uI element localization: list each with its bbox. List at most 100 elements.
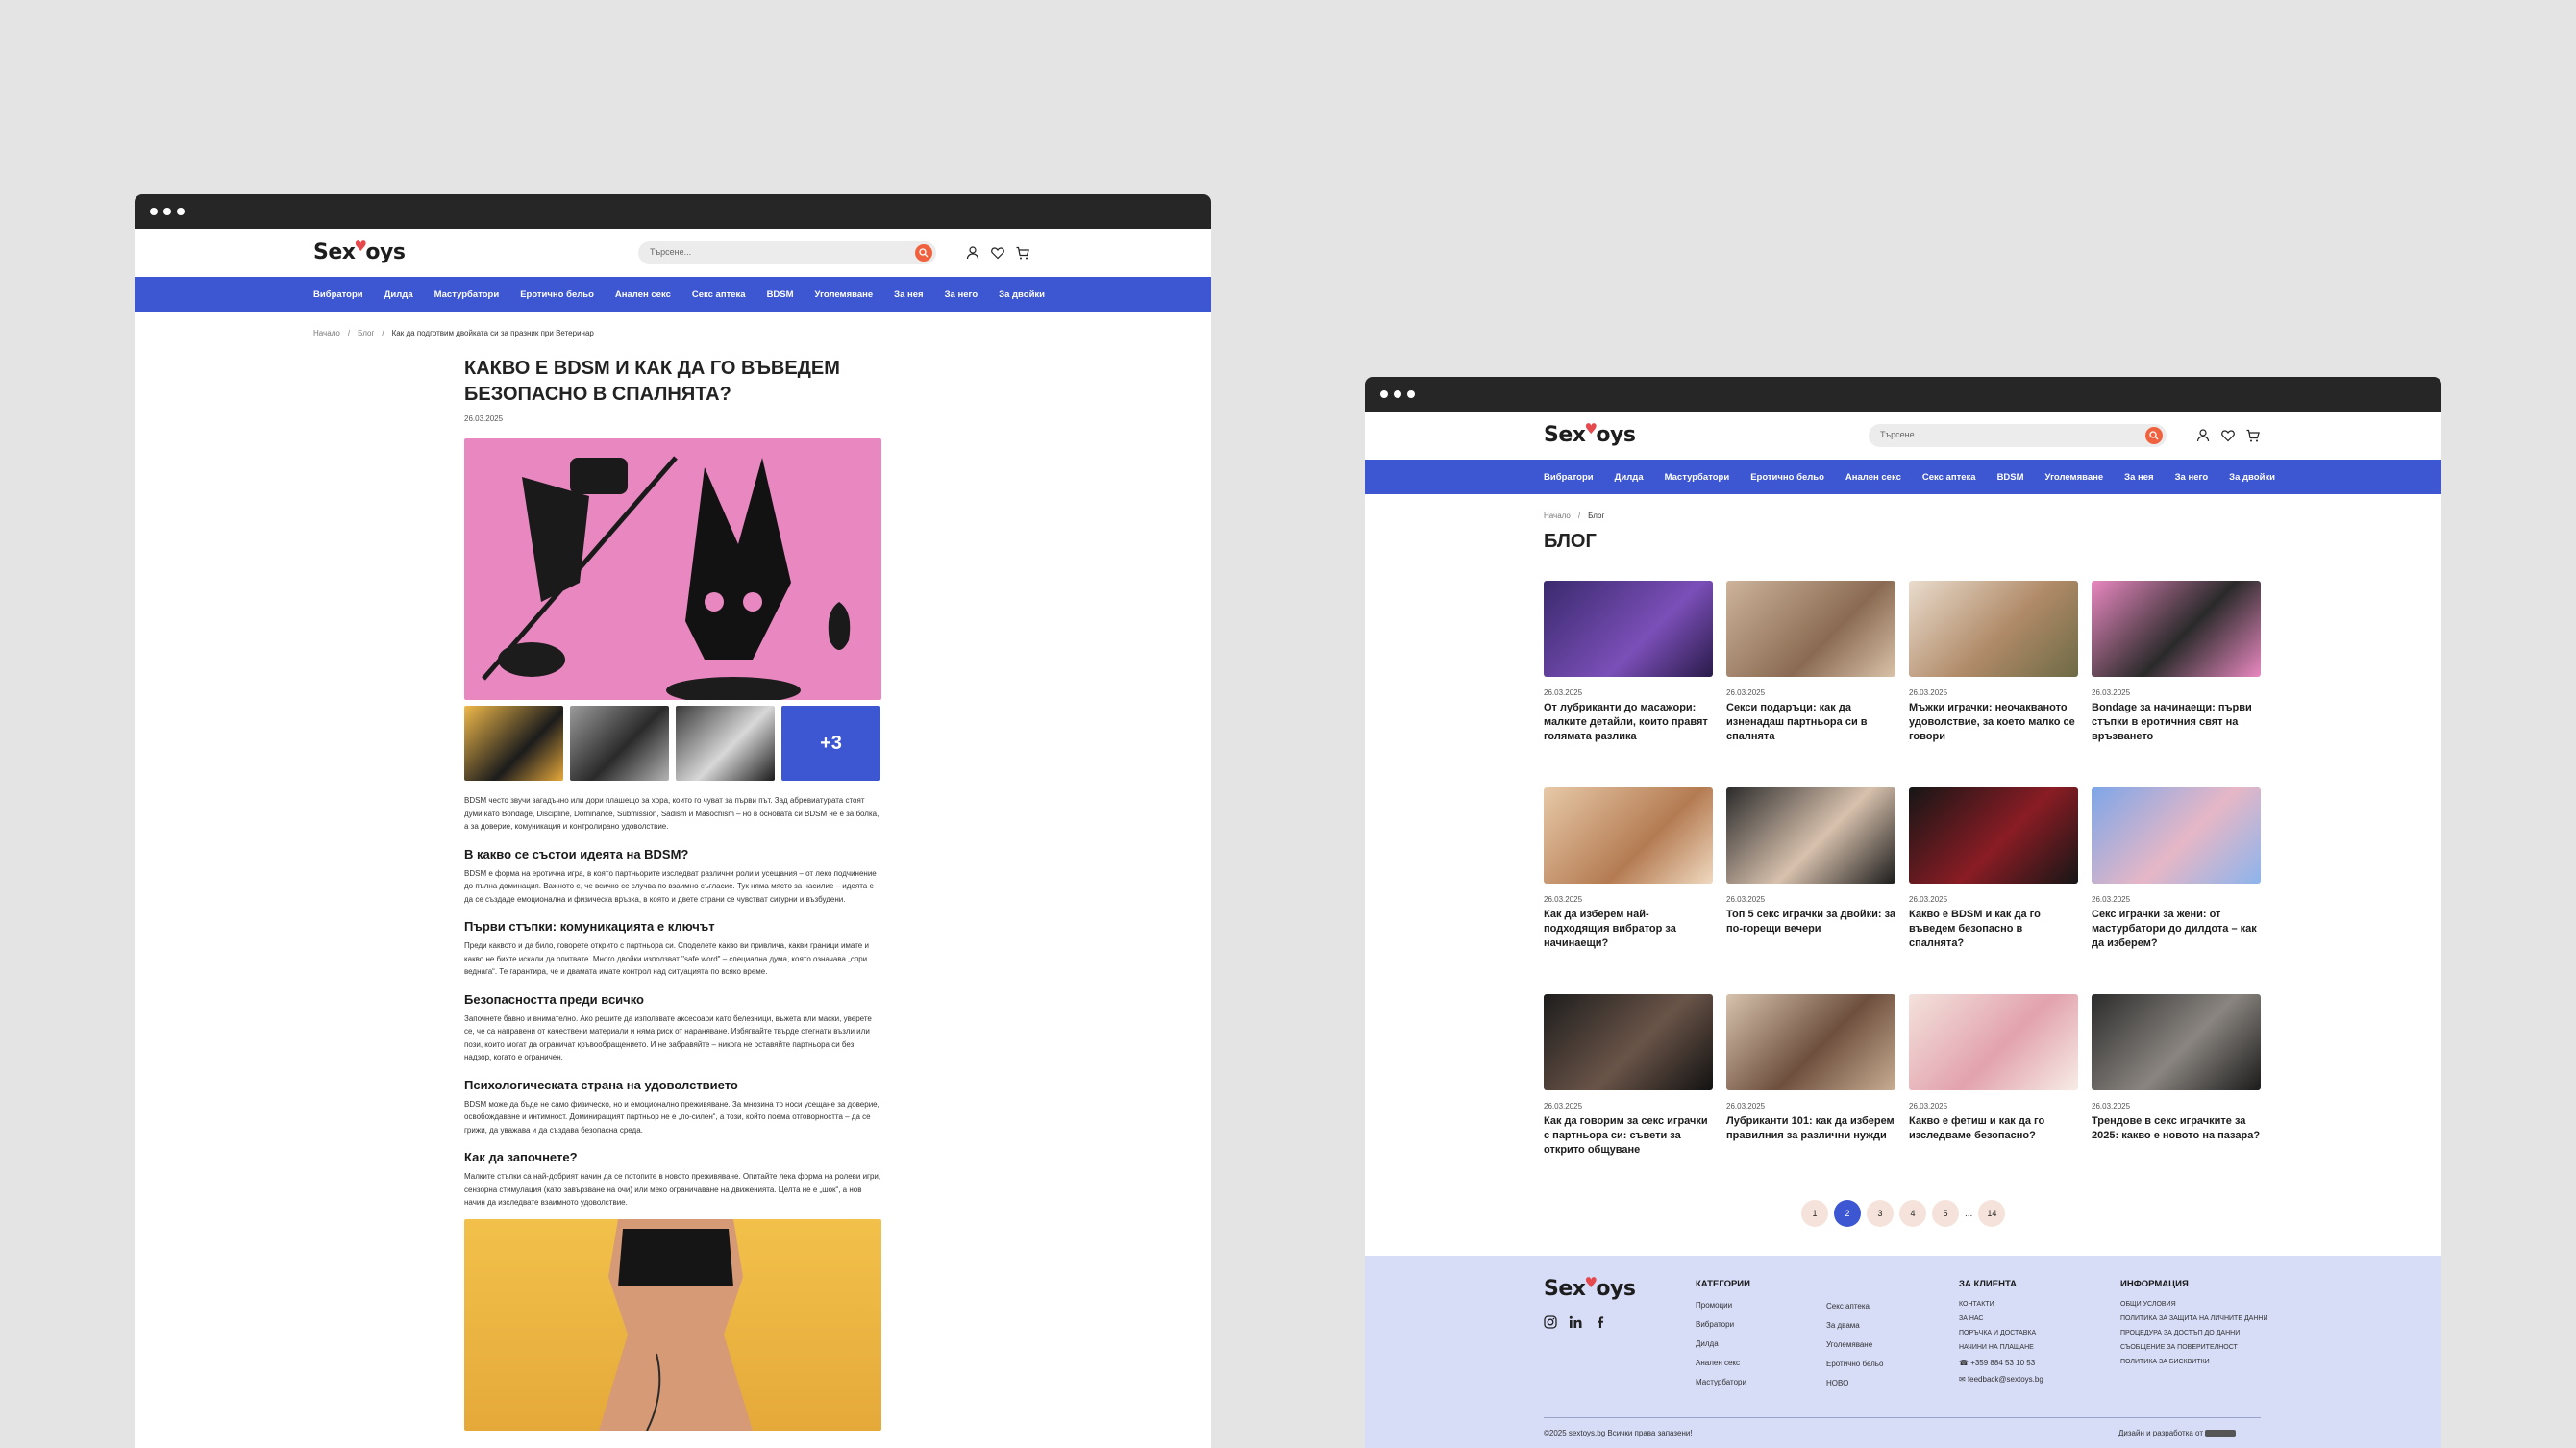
nav-item[interactable]: Еротично бельо [1750,472,1824,483]
blog-card-image[interactable] [1726,994,1895,1090]
article-hero-image[interactable] [464,438,881,700]
blog-card-image[interactable] [1544,994,1713,1090]
blog-card-image[interactable] [1726,581,1895,677]
search-button[interactable] [2145,427,2163,444]
footer-link[interactable]: Поръчка и доставка [1959,1330,2043,1336]
nav-item[interactable]: За двойки [999,289,1045,300]
page-button[interactable]: 1 [1801,1200,1828,1227]
page-button[interactable]: 14 [1978,1200,2006,1227]
nav-item[interactable]: Анален секс [615,289,671,300]
blog-card-image[interactable] [1544,581,1713,677]
blog-card[interactable]: 26.03.2025 Мъжки играчки: неочакваното уд… [1909,581,2078,764]
nav-item[interactable]: За нея [894,289,923,300]
blog-card-image[interactable] [1726,787,1895,884]
search-bar[interactable]: Търсене... [1869,424,2167,447]
site-logo[interactable]: Sex♥oys [1544,420,1636,447]
footer-link[interactable]: Уголемяване [1826,1340,1883,1349]
nav-item[interactable]: Секс аптека [1922,472,1976,483]
footer-link[interactable]: Вибратори [1696,1320,1750,1329]
footer-link[interactable]: Политика за защита на личните данни [2120,1315,2268,1322]
instagram-icon[interactable] [1544,1315,1557,1329]
blog-card-title[interactable]: Bondage за начинаещи: първи стъпки в еро… [2092,701,2261,764]
breadcrumb-home[interactable]: Начало [313,329,340,337]
blog-card[interactable]: 26.03.2025 Как да изберем най-подходящия … [1544,787,1713,971]
blog-card-title[interactable]: Какво е фетиш и как да го изследваме без… [1909,1114,2078,1178]
nav-item[interactable]: Секс аптека [692,289,746,300]
search-bar[interactable]: Търсене... [638,241,936,264]
site-logo[interactable]: Sex♥oys [313,237,406,264]
blog-card[interactable]: 26.03.2025 Какво е BDSM и как да го въвед… [1909,787,2078,971]
footer-link[interactable]: Съобщение за поверителност [2120,1344,2268,1351]
footer-link[interactable]: За нас [1959,1315,2043,1322]
blog-card-title[interactable]: Топ 5 секс играчки за двойки: за по-горе… [1726,908,1895,971]
search-input[interactable]: Търсене... [1880,430,1921,439]
blog-card-image[interactable] [1544,787,1713,884]
linkedin-icon[interactable] [1569,1315,1582,1329]
blog-card[interactable]: 26.03.2025 Секси подаръци: как да изненад… [1726,581,1895,764]
nav-item[interactable]: Мастурбатори [1665,472,1730,483]
footer-link[interactable]: Анален секс [1696,1359,1750,1367]
blog-card-image[interactable] [1909,581,2078,677]
search-button[interactable] [915,244,932,262]
nav-item[interactable]: Вибратори [313,289,363,300]
blog-card-image[interactable] [2092,581,2261,677]
gallery-thumb[interactable] [570,706,669,781]
heart-icon[interactable] [990,245,1005,261]
footer-link[interactable]: Секс аптека [1826,1302,1883,1311]
gallery-more-button[interactable]: +3 [781,706,880,781]
blog-card[interactable]: 26.03.2025 Топ 5 секс играчки за двойки: … [1726,787,1895,971]
cart-icon[interactable] [2245,428,2261,443]
blog-card-image[interactable] [2092,994,2261,1090]
footer-link[interactable]: Дилда [1696,1339,1750,1348]
footer-logo[interactable]: Sex♥oys [1544,1274,1636,1301]
blog-card-title[interactable]: Лубриканти 101: как да изберем правилния… [1726,1114,1895,1178]
nav-item[interactable]: BDSM [1997,472,2024,483]
gallery-thumb[interactable] [464,706,563,781]
blog-card-title[interactable]: Мъжки играчки: неочакваното удоволствие,… [1909,701,2078,764]
footer-link[interactable]: Еротично бельо [1826,1360,1883,1368]
article-inline-image[interactable] [464,1218,881,1431]
blog-card-title[interactable]: Как да изберем най-подходящия вибратор з… [1544,908,1713,971]
nav-item[interactable]: Уголемяване [2045,472,2104,483]
user-icon[interactable] [2195,428,2211,443]
footer-link[interactable]: Мастурбатори [1696,1378,1750,1386]
blog-card[interactable]: 26.03.2025 От лубриканти до масажори: мал… [1544,581,1713,764]
footer-email[interactable]: ✉ feedback@sextoys.bg [1959,1375,2043,1384]
nav-item[interactable]: За него [945,289,978,300]
page-button[interactable]: 4 [1899,1200,1926,1227]
breadcrumb-home[interactable]: Начало [1544,512,1571,520]
search-input[interactable]: Търсене... [650,247,691,257]
blog-card-title[interactable]: Секс играчки за жени: от мастурбатори до… [2092,908,2261,971]
gallery-thumb[interactable] [676,706,775,781]
blog-card[interactable]: 26.03.2025 Как да говорим за секс играчки… [1544,994,1713,1178]
blog-card-title[interactable]: Секси подаръци: как да изненадаш партньо… [1726,701,1895,764]
footer-link[interactable]: Начини на плащане [1959,1344,2043,1351]
developer-credit[interactable]: Дизайн и разработка от [2118,1429,2237,1437]
nav-item[interactable]: За него [2175,472,2209,483]
blog-card[interactable]: 26.03.2025 Bondage за начинаещи: първи ст… [2092,581,2261,764]
blog-card-image[interactable] [1909,994,2078,1090]
blog-card-image[interactable] [2092,787,2261,884]
page-button[interactable]: 5 [1932,1200,1959,1227]
cart-icon[interactable] [1015,245,1030,261]
user-icon[interactable] [965,245,980,261]
nav-item[interactable]: Мастурбатори [434,289,500,300]
nav-item[interactable]: Еротично бельо [520,289,594,300]
blog-card-title[interactable]: От лубриканти до масажори: малките детай… [1544,701,1713,764]
blog-card[interactable]: 26.03.2025 Лубриканти 101: как да изберем… [1726,994,1895,1178]
heart-icon[interactable] [2220,428,2236,443]
blog-card[interactable]: 26.03.2025 Трендове в секс играчките за 2… [2092,994,2261,1178]
blog-card-title[interactable]: Как да говорим за секс играчки с партньо… [1544,1114,1713,1178]
blog-card-title[interactable]: Какво е BDSM и как да го въведем безопас… [1909,908,2078,971]
nav-item[interactable]: Анален секс [1845,472,1901,483]
facebook-icon[interactable] [1594,1315,1607,1329]
footer-link[interactable]: За двама [1826,1321,1883,1330]
nav-item[interactable]: Дилда [1615,472,1644,483]
footer-phone[interactable]: ☎ +359 884 53 10 53 [1959,1359,2043,1367]
nav-item[interactable]: Уголемяване [815,289,874,300]
blog-card[interactable]: 26.03.2025 Какво е фетиш и как да го изсл… [1909,994,2078,1178]
footer-link[interactable]: Политика за бисквитки [2120,1359,2268,1365]
footer-link[interactable]: НОВО [1826,1379,1883,1387]
nav-item[interactable]: За двойки [2229,472,2275,483]
blog-card[interactable]: 26.03.2025 Секс играчки за жени: от масту… [2092,787,2261,971]
